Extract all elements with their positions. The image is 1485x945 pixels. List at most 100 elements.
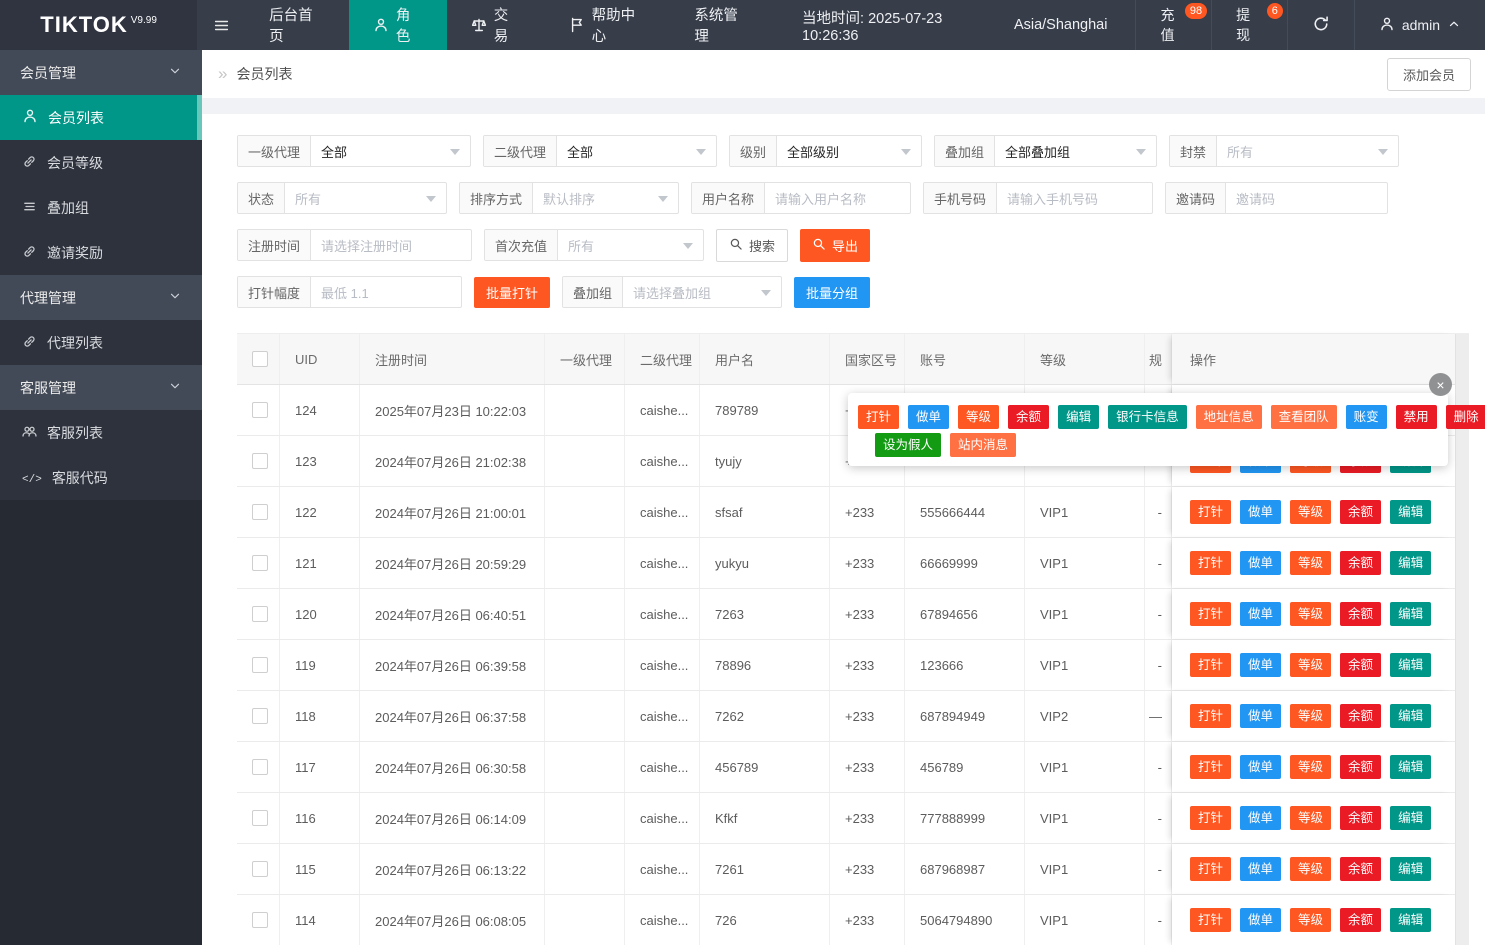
打针-button[interactable]: 打针 [1190,857,1232,881]
sidebar-item-客服代码[interactable]: </> 客服代码 [0,455,202,500]
withdraw-button[interactable]: 提现 6 [1211,0,1287,50]
filter-input[interactable]: 邀请码 [1226,183,1387,213]
余额-button[interactable]: 余额 [1340,857,1382,881]
filter-select[interactable]: 所有 [1217,136,1398,166]
做单-button[interactable]: 做单 [1240,704,1282,728]
做单-button[interactable]: 做单 [1240,500,1282,524]
余额-button[interactable]: 余额 [1340,602,1382,626]
select-all-checkbox[interactable] [252,351,268,367]
禁用-button[interactable]: 禁用 [1395,405,1437,429]
row-checkbox[interactable] [252,657,268,673]
设为假人-button[interactable]: 设为假人 [875,433,942,457]
批量打针-button[interactable]: 批量打针 [474,276,551,308]
sidebar-group-会员管理[interactable]: 会员管理 [0,50,202,95]
做单-button[interactable]: 做单 [1240,806,1282,830]
sidebar-group-代理管理[interactable]: 代理管理 [0,275,202,320]
filter-select[interactable]: 全部 [557,136,716,166]
打针-button[interactable]: 打针 [1190,653,1232,677]
余额-button[interactable]: 余额 [1340,704,1382,728]
nav-item-系统管理[interactable]: 系统管理 [670,0,774,50]
等级-button[interactable]: 等级 [1290,755,1332,779]
做单-button[interactable]: 做单 [1240,653,1282,677]
row-checkbox[interactable] [252,810,268,826]
站内消息-button[interactable]: 站内消息 [950,433,1017,457]
编辑-button[interactable]: 编辑 [1390,500,1432,524]
余额-button[interactable]: 余额 [1340,500,1382,524]
filter-select[interactable]: 请选择叠加组 [623,277,781,307]
等级-button[interactable]: 等级 [958,405,1000,429]
余额-button[interactable]: 余额 [1340,755,1382,779]
等级-button[interactable]: 等级 [1290,653,1332,677]
余额-button[interactable]: 余额 [1340,806,1382,830]
row-checkbox[interactable] [252,606,268,622]
编辑-button[interactable]: 编辑 [1390,755,1432,779]
打针-button[interactable]: 打针 [1190,602,1232,626]
filter-input[interactable]: 最低 1.1 [311,277,461,307]
批量分组-button[interactable]: 批量分组 [794,276,871,308]
row-checkbox[interactable] [252,861,268,877]
编辑-button[interactable]: 编辑 [1390,704,1432,728]
搜索-button[interactable]: 搜索 [716,228,789,262]
refresh-button[interactable] [1286,0,1354,50]
编辑-button[interactable]: 编辑 [1390,653,1432,677]
编辑-button[interactable]: 编辑 [1390,551,1432,575]
打针-button[interactable]: 打针 [1190,551,1232,575]
filter-input[interactable]: 请输入用户名称 [765,183,910,213]
sidebar-item-会员列表[interactable]: 会员列表 [0,95,202,140]
做单-button[interactable]: 做单 [908,405,950,429]
nav-item-后台首页[interactable]: 后台首页 [245,0,349,50]
余额-button[interactable]: 余额 [1340,653,1382,677]
filter-select[interactable]: 全部 [311,136,470,166]
close-icon[interactable]: × [1429,373,1452,396]
filter-select[interactable]: 全部级别 [777,136,921,166]
等级-button[interactable]: 等级 [1290,704,1332,728]
做单-button[interactable]: 做单 [1240,755,1282,779]
等级-button[interactable]: 等级 [1290,806,1332,830]
等级-button[interactable]: 等级 [1290,551,1332,575]
filter-select[interactable]: 所有 [558,230,703,260]
nav-item-帮助中心[interactable]: 帮助中心 [545,0,671,50]
filter-input[interactable]: 请选择注册时间 [311,230,471,260]
编辑-button[interactable]: 编辑 [1390,857,1432,881]
row-checkbox[interactable] [252,708,268,724]
filter-select[interactable]: 默认排序 [533,183,678,213]
filter-select[interactable]: 全部叠加组 [995,136,1156,166]
sidebar-item-代理列表[interactable]: 代理列表 [0,320,202,365]
余额-button[interactable]: 余额 [1008,405,1050,429]
row-checkbox[interactable] [252,504,268,520]
余额-button[interactable]: 余额 [1340,551,1382,575]
filter-select[interactable]: 所有 [285,183,446,213]
编辑-button[interactable]: 编辑 [1058,405,1100,429]
账变-button[interactable]: 账变 [1345,405,1387,429]
打针-button[interactable]: 打针 [1190,500,1232,524]
地址信息-button[interactable]: 地址信息 [1195,405,1262,429]
删除-button[interactable]: 删除 [1445,405,1485,429]
做单-button[interactable]: 做单 [1240,857,1282,881]
做单-button[interactable]: 做单 [1240,551,1282,575]
row-checkbox[interactable] [252,912,268,928]
等级-button[interactable]: 等级 [1290,857,1332,881]
sidebar-item-邀请奖励[interactable]: 邀请奖励 [0,230,202,275]
row-checkbox[interactable] [252,453,268,469]
余额-button[interactable]: 余额 [1340,908,1382,932]
编辑-button[interactable]: 编辑 [1390,806,1432,830]
sidebar-item-会员等级[interactable]: 会员等级 [0,140,202,185]
collapse-sidebar-icon[interactable] [197,0,245,50]
sidebar-item-客服列表[interactable]: 客服列表 [0,410,202,455]
nav-item-交易[interactable]: 交易 [447,0,545,50]
导出-button[interactable]: 导出 [800,228,871,262]
银行卡信息-button[interactable]: 银行卡信息 [1108,405,1187,429]
add-member-button[interactable]: 添加会员 [1386,57,1471,91]
filter-input[interactable]: 请输入手机号码 [997,183,1152,213]
打针-button[interactable]: 打针 [1190,806,1232,830]
recharge-button[interactable]: 充值 98 [1135,0,1211,50]
sidebar-group-客服管理[interactable]: 客服管理 [0,365,202,410]
做单-button[interactable]: 做单 [1240,602,1282,626]
等级-button[interactable]: 等级 [1290,602,1332,626]
row-checkbox[interactable] [252,759,268,775]
打针-button[interactable]: 打针 [1190,704,1232,728]
等级-button[interactable]: 等级 [1290,908,1332,932]
编辑-button[interactable]: 编辑 [1390,602,1432,626]
打针-button[interactable]: 打针 [1190,908,1232,932]
编辑-button[interactable]: 编辑 [1390,908,1432,932]
